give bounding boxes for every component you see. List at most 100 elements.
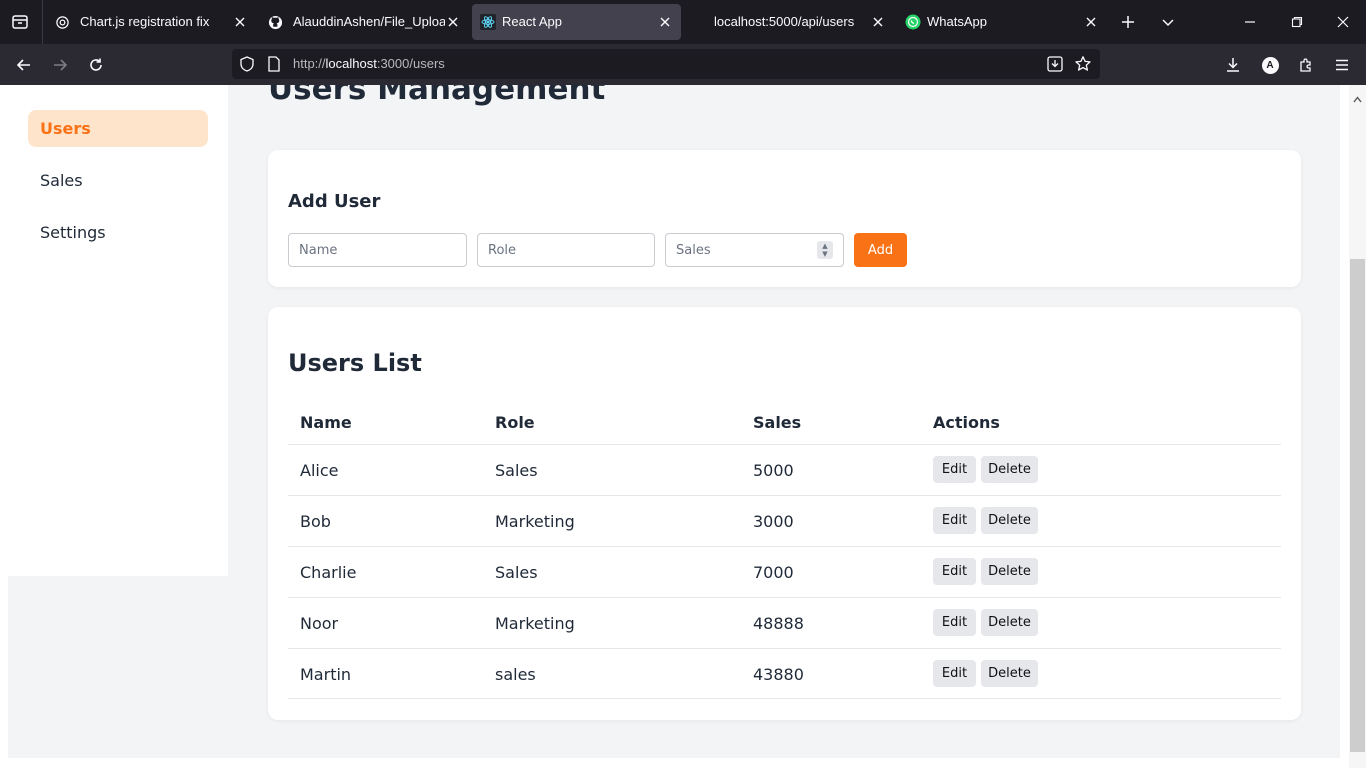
- url-prefix: http://: [293, 56, 326, 71]
- minimize-icon[interactable]: [1238, 10, 1262, 34]
- number-spinner[interactable]: ▲ ▼: [817, 241, 833, 259]
- cell-name: Martin: [300, 665, 352, 684]
- tab-whatsapp[interactable]: WhatsApp: [897, 4, 1107, 40]
- page-title: Users Management: [268, 85, 606, 107]
- firefox-view-icon[interactable]: [8, 10, 32, 34]
- github-icon: [267, 14, 283, 30]
- cell-sales: 3000: [753, 512, 794, 531]
- role-input[interactable]: Role: [477, 233, 655, 267]
- cell-role: Marketing: [495, 614, 575, 633]
- tab-api-users[interactable]: localhost:5000/api/users: [684, 4, 894, 40]
- close-window-icon[interactable]: [1331, 10, 1355, 34]
- url-path: :3000/users: [376, 56, 445, 71]
- delete-button[interactable]: Delete: [981, 609, 1038, 636]
- column-header-name: Name: [300, 413, 352, 432]
- delete-button[interactable]: Delete: [981, 660, 1038, 687]
- table-row: Alice Sales 5000 Edit Delete: [288, 444, 1281, 495]
- column-header-role: Role: [495, 413, 535, 432]
- install-app-icon[interactable]: [1046, 55, 1064, 77]
- sidebar: Users Sales Settings: [8, 85, 228, 576]
- cell-name: Noor: [300, 614, 339, 633]
- address-bar[interactable]: http://localhost:3000/users: [232, 49, 1100, 79]
- tab-chatgpt[interactable]: Chart.js registration fix: [46, 4, 258, 40]
- cell-role: sales: [495, 665, 536, 684]
- page-viewport: Users Sales Settings Users Management Ad…: [0, 85, 1366, 768]
- shield-icon[interactable]: [239, 56, 255, 76]
- url-host: localhost: [325, 56, 377, 71]
- users-list-card: Users List Name Role Sales Actions Alice…: [268, 307, 1301, 720]
- cell-name: Alice: [300, 461, 339, 480]
- close-tab-icon[interactable]: [443, 12, 463, 32]
- url-text[interactable]: http://localhost:3000/users: [293, 56, 445, 71]
- cell-role: Sales: [495, 563, 538, 582]
- add-user-button[interactable]: Add: [854, 233, 907, 267]
- tab-list-chevron-icon[interactable]: [1156, 10, 1180, 34]
- chatgpt-icon: [54, 14, 70, 30]
- tab-separator: [42, 0, 43, 44]
- tab-title: localhost:5000/api/users: [714, 14, 855, 29]
- sidebar-item-sales[interactable]: Sales: [28, 162, 208, 199]
- new-tab-icon[interactable]: [1116, 10, 1140, 34]
- reload-icon[interactable]: [83, 52, 109, 78]
- column-header-sales: Sales: [753, 413, 802, 432]
- cell-sales: 7000: [753, 563, 794, 582]
- sidebar-item-label: Settings: [40, 223, 106, 242]
- tab-title: Chart.js registration fix: [80, 14, 210, 29]
- delete-button[interactable]: Delete: [981, 507, 1038, 534]
- role-placeholder: Role: [488, 242, 517, 258]
- close-tab-icon[interactable]: [655, 12, 675, 32]
- scroll-up-icon[interactable]: [1353, 88, 1362, 107]
- close-tab-icon[interactable]: [868, 12, 888, 32]
- browser-nav-bar: http://localhost:3000/users A: [0, 44, 1366, 85]
- forward-arrow-icon[interactable]: [47, 52, 73, 78]
- edit-button[interactable]: Edit: [933, 660, 976, 687]
- sidebar-item-label: Users: [40, 119, 91, 138]
- add-user-heading: Add User: [288, 191, 381, 212]
- edit-button[interactable]: Edit: [933, 507, 976, 534]
- edit-button[interactable]: Edit: [933, 456, 976, 483]
- table-row: Charlie Sales 7000 Edit Delete: [288, 546, 1281, 597]
- vertical-scrollbar[interactable]: [1349, 85, 1366, 768]
- edit-button[interactable]: Edit: [933, 609, 976, 636]
- downloads-icon[interactable]: [1220, 52, 1246, 78]
- name-input[interactable]: Name: [288, 233, 467, 267]
- tab-title: React App: [502, 14, 562, 29]
- bookmark-star-icon[interactable]: [1074, 55, 1092, 77]
- close-tab-icon[interactable]: [1081, 12, 1101, 32]
- back-arrow-icon[interactable]: [11, 52, 37, 78]
- table-row: Bob Marketing 3000 Edit Delete: [288, 495, 1281, 546]
- menu-hamburger-icon[interactable]: [1329, 52, 1355, 78]
- profile-initial: A: [1261, 56, 1279, 74]
- column-header-actions: Actions: [933, 413, 1000, 432]
- browser-tab-bar: Chart.js registration fix AlauddinAshen/…: [0, 0, 1366, 44]
- sales-placeholder: Sales: [676, 242, 711, 258]
- spin-up-icon[interactable]: ▲: [822, 242, 827, 250]
- page-icon[interactable]: [267, 56, 281, 76]
- cell-sales: 43880: [753, 665, 804, 684]
- add-user-card: Add User Name Role Sales ▲ ▼ Add: [268, 150, 1301, 287]
- sales-input[interactable]: Sales ▲ ▼: [665, 233, 844, 267]
- sidebar-item-label: Sales: [40, 171, 83, 190]
- account-avatar-icon[interactable]: A: [1257, 52, 1283, 78]
- react-icon: [480, 14, 496, 30]
- sidebar-item-users[interactable]: Users: [28, 110, 208, 147]
- spin-down-icon[interactable]: ▼: [822, 250, 827, 258]
- cell-sales: 5000: [753, 461, 794, 480]
- close-tab-icon[interactable]: [230, 12, 250, 32]
- tab-title: AlauddinAshen/File_Upload_N: [293, 14, 445, 29]
- extensions-icon[interactable]: [1293, 52, 1319, 78]
- name-placeholder: Name: [299, 242, 338, 258]
- table-row: Noor Marketing 48888 Edit Delete: [288, 597, 1281, 648]
- cell-role: Marketing: [495, 512, 575, 531]
- tab-react-app[interactable]: React App: [472, 4, 681, 40]
- cell-name: Charlie: [300, 563, 357, 582]
- sidebar-item-settings[interactable]: Settings: [28, 214, 208, 251]
- delete-button[interactable]: Delete: [981, 558, 1038, 585]
- tab-github[interactable]: AlauddinAshen/File_Upload_N: [259, 4, 469, 40]
- restore-icon[interactable]: [1285, 10, 1309, 34]
- scrollbar-thumb[interactable]: [1350, 259, 1365, 752]
- cell-sales: 48888: [753, 614, 804, 633]
- edit-button[interactable]: Edit: [933, 558, 976, 585]
- delete-button[interactable]: Delete: [981, 456, 1038, 483]
- tab-title: WhatsApp: [927, 14, 987, 29]
